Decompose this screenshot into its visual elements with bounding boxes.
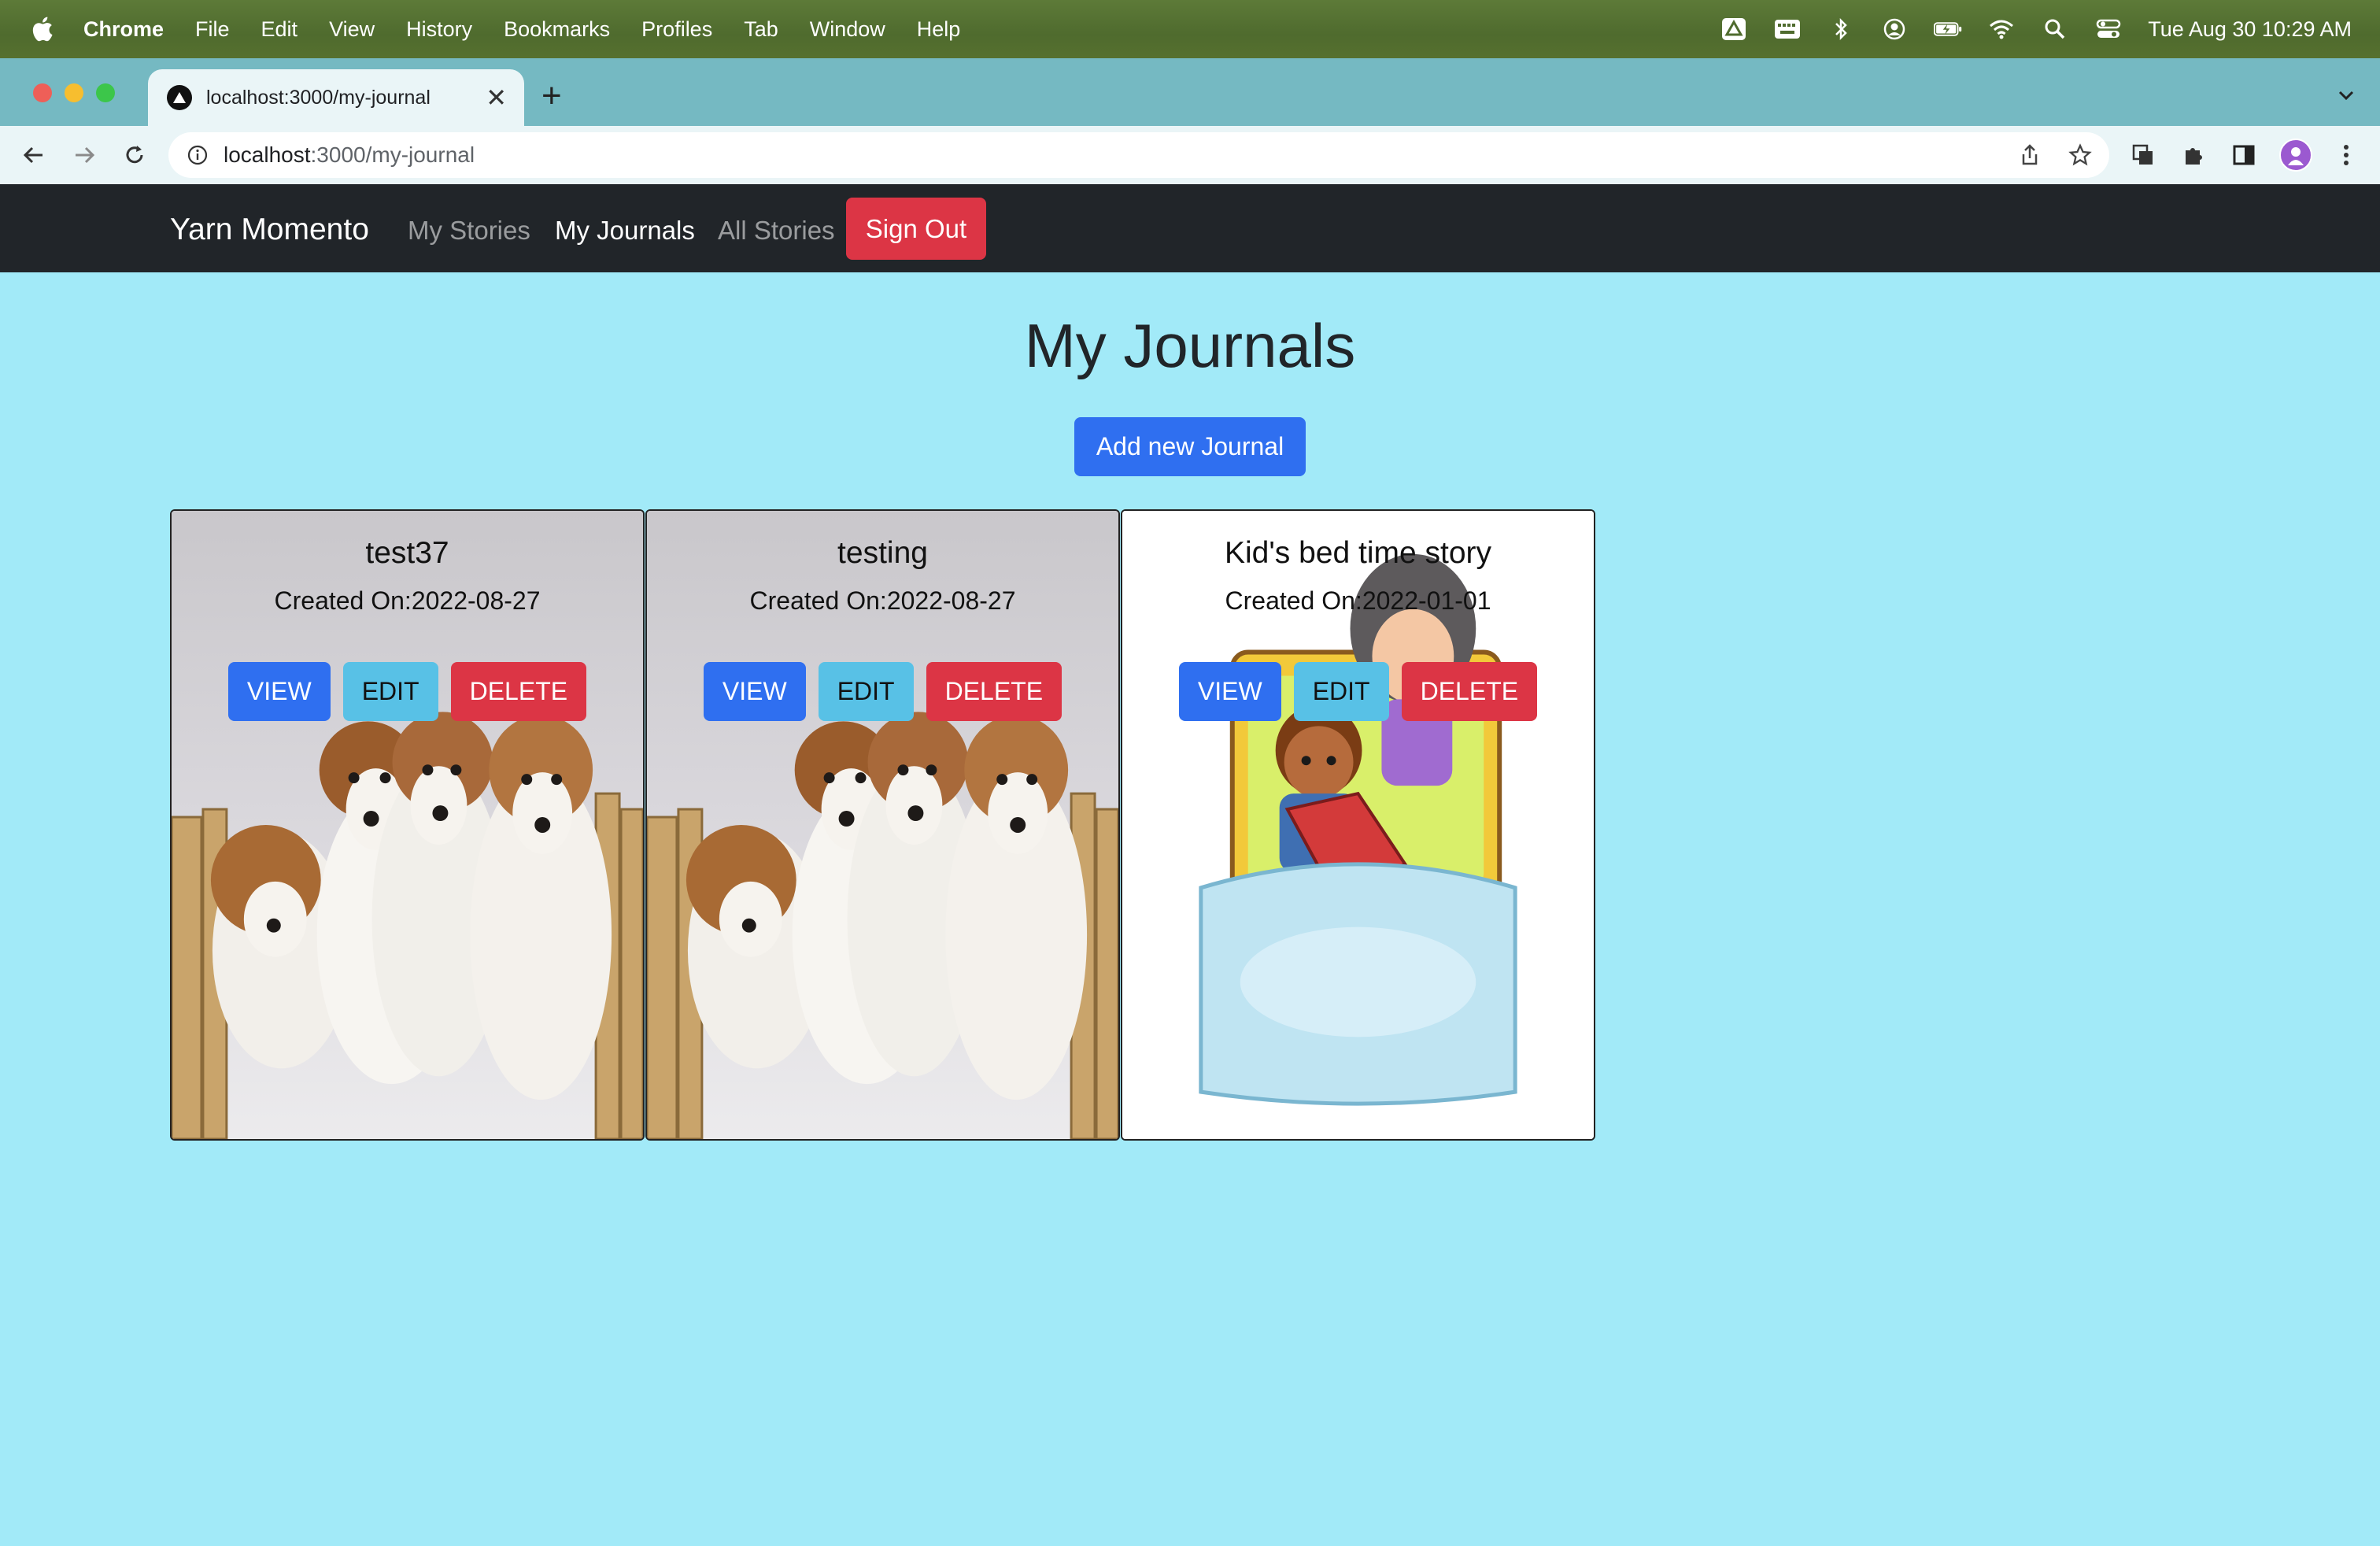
bluetooth-icon[interactable] (1827, 17, 1855, 41)
url-path: :3000/my-journal (310, 142, 475, 167)
menu-bar-clock[interactable]: Tue Aug 30 10:29 AM (2148, 17, 2352, 42)
menu-bookmarks[interactable]: Bookmarks (504, 17, 610, 42)
journal-title: test37 (365, 536, 449, 570)
menu-profiles[interactable]: Profiles (641, 17, 712, 42)
wifi-icon[interactable] (1987, 17, 2016, 41)
journal-card: test37 Created On:2022-08-27 VIEW EDIT D… (170, 509, 645, 1141)
journal-created-date: Created On:2022-08-27 (274, 586, 541, 615)
bookmark-star-icon[interactable] (2065, 140, 2095, 170)
journal-card: Kid's bed time story Created On:2022-01-… (1121, 509, 1595, 1141)
menu-help[interactable]: Help (917, 17, 961, 42)
journal-actions: VIEW EDIT DELETE (172, 662, 643, 721)
back-arrow-icon[interactable] (19, 140, 49, 170)
delete-journal-button[interactable]: DELETE (1401, 662, 1538, 721)
reload-icon[interactable] (120, 140, 150, 170)
apple-logo-icon[interactable] (30, 16, 54, 43)
menu-window[interactable]: Window (810, 17, 885, 42)
delete-journal-button[interactable]: DELETE (926, 662, 1062, 721)
menu-history[interactable]: History (406, 17, 472, 42)
extension-screen-icon[interactable] (2128, 140, 2158, 170)
journal-actions: VIEW EDIT DELETE (647, 662, 1118, 721)
add-journal-button[interactable]: Add new Journal (1074, 417, 1306, 476)
journal-created-date: Created On:2022-08-27 (749, 586, 1016, 615)
browser-tab-active[interactable]: localhost:3000/my-journal ✕ (148, 69, 524, 126)
journal-actions: VIEW EDIT DELETE (1122, 662, 1594, 721)
site-navbar: Yarn Momento My Stories My Journals All … (0, 184, 2380, 272)
battery-icon[interactable] (1934, 17, 1962, 41)
share-icon[interactable] (2015, 140, 2045, 170)
spotlight-icon[interactable] (2041, 17, 2069, 41)
user-icon[interactable] (1880, 17, 1909, 41)
drive-icon[interactable] (1720, 17, 1748, 41)
tab-close-icon[interactable]: ✕ (486, 83, 507, 112)
edit-journal-button[interactable]: EDIT (342, 662, 438, 721)
window-close-button[interactable] (33, 83, 52, 102)
view-journal-button[interactable]: VIEW (1178, 662, 1281, 721)
journal-card: testing Created On:2022-08-27 VIEW EDIT … (645, 509, 1120, 1141)
forward-arrow-icon[interactable] (69, 140, 99, 170)
page-title: My Journals (1024, 311, 1356, 380)
tab-title: localhost:3000/my-journal (206, 86, 431, 109)
side-panel-icon[interactable] (2229, 140, 2259, 170)
new-tab-button[interactable]: + (541, 79, 562, 113)
edit-journal-button[interactable]: EDIT (1293, 662, 1389, 721)
url-host: localhost (224, 142, 311, 167)
keyboard-icon[interactable] (1773, 17, 1802, 41)
navbar-brand[interactable]: Yarn Momento (170, 213, 369, 247)
tab-search-chevron-icon[interactable] (2336, 85, 2356, 105)
menu-edit[interactable]: Edit (261, 17, 298, 42)
window-minimize-button[interactable] (65, 83, 83, 102)
view-journal-button[interactable]: VIEW (703, 662, 806, 721)
journal-title: testing (837, 536, 928, 570)
menu-tab[interactable]: Tab (744, 17, 778, 42)
menu-view[interactable]: View (329, 17, 375, 42)
window-zoom-button[interactable] (96, 83, 115, 102)
page-viewport: Yarn Momento My Stories My Journals All … (0, 184, 2380, 1546)
nav-link-my-journals[interactable]: My Journals (555, 216, 695, 246)
menu-app-name[interactable]: Chrome (83, 17, 164, 42)
sign-out-button[interactable]: Sign Out (846, 198, 986, 260)
menu-file[interactable]: File (195, 17, 230, 42)
profile-avatar[interactable] (2279, 139, 2312, 172)
site-info-icon[interactable] (187, 145, 208, 165)
edit-journal-button[interactable]: EDIT (818, 662, 914, 721)
control-center-icon[interactable] (2094, 17, 2123, 41)
extensions-puzzle-icon[interactable] (2179, 140, 2208, 170)
journal-title: Kid's bed time story (1224, 536, 1492, 570)
journal-created-date: Created On:2022-01-01 (1225, 586, 1491, 615)
macos-menu-bar: Chrome File Edit View History Bookmarks … (0, 0, 2380, 58)
tab-favicon-icon (167, 85, 192, 110)
chrome-menu-kebab-icon[interactable] (2331, 140, 2361, 170)
delete-journal-button[interactable]: DELETE (450, 662, 587, 721)
address-bar[interactable]: localhost:3000/my-journal (168, 132, 2109, 178)
nav-link-all-stories[interactable]: All Stories (718, 216, 835, 246)
nav-link-my-stories[interactable]: My Stories (408, 216, 530, 246)
view-journal-button[interactable]: VIEW (227, 662, 331, 721)
